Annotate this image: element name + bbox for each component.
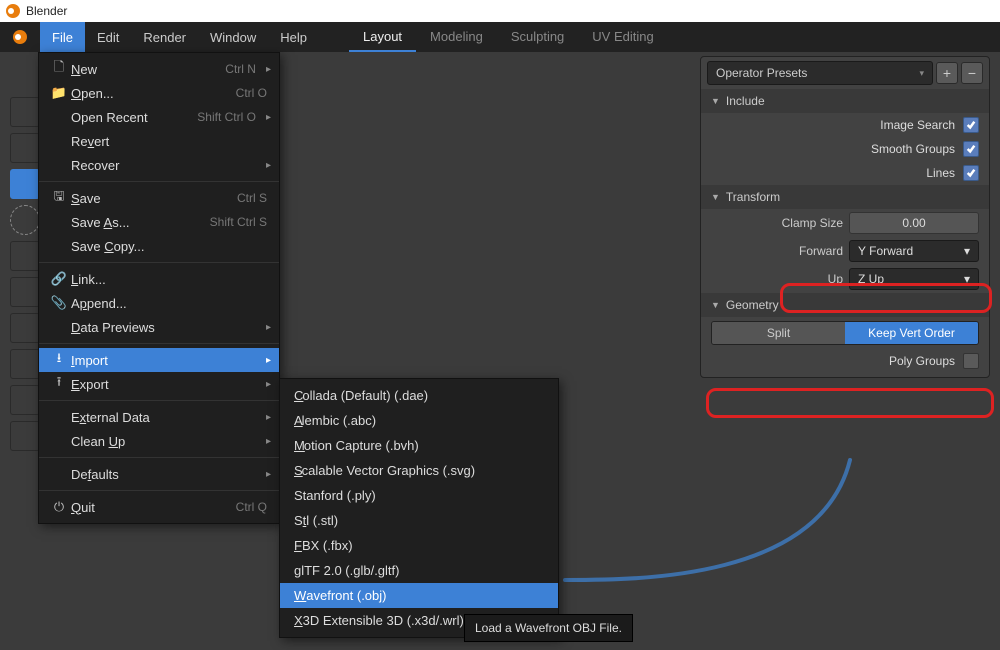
menu-import[interactable]: ⭳Import▸ [39, 348, 279, 372]
import-svg[interactable]: Scalable Vector Graphics (.svg) [280, 458, 558, 483]
append-icon: 📎 [47, 295, 71, 311]
tool-measure[interactable] [10, 421, 40, 451]
workspace-uvediting[interactable]: UV Editing [578, 22, 667, 52]
menu-export[interactable]: ⭱Export▸ [39, 372, 279, 396]
tool-annotate[interactable] [10, 385, 40, 415]
menu-data-previews[interactable]: Data Previews▸ [39, 315, 279, 339]
menu-external-data[interactable]: External Data▸ [39, 405, 279, 429]
import-stl[interactable]: Stl (.stl) [280, 508, 558, 533]
tool-rotate[interactable] [10, 277, 40, 307]
save-icon: 🖫 [47, 187, 71, 209]
triangle-down-icon: ▼ [711, 96, 720, 106]
check-smooth-groups[interactable] [963, 141, 979, 157]
menu-file[interactable]: File [40, 22, 85, 52]
menu-help[interactable]: Help [268, 22, 319, 52]
chevron-down-icon: ▾ [919, 68, 924, 79]
menu-quit[interactable]: ⏻QuitCtrl Q [39, 495, 279, 519]
menu-revert[interactable]: Revert [39, 129, 279, 153]
label-up: Up [828, 272, 843, 286]
menu-append[interactable]: 📎Append... [39, 291, 279, 315]
chevron-down-icon: ▾ [964, 272, 970, 286]
menu-defaults[interactable]: Defaults▸ [39, 462, 279, 486]
tool-select-active[interactable] [10, 169, 40, 199]
export-icon: ⭱ [47, 373, 71, 395]
file-menu-dropdown: 🗋 NNewew Ctrl N▸ 📁 Open... Ctrl O Open R… [38, 52, 280, 524]
tool-cursor[interactable] [10, 133, 40, 163]
import-gltf[interactable]: glTF 2.0 (.glb/.gltf) [280, 558, 558, 583]
select-forward-axis[interactable]: Y Forward▾ [849, 240, 979, 262]
menu-render[interactable]: Render [131, 22, 198, 52]
link-icon: 🔗 [47, 271, 71, 287]
menu-clean-up[interactable]: Clean Up▸ [39, 429, 279, 453]
operator-presets-dropdown[interactable]: Operator Presets ▾ [707, 61, 933, 85]
tool-scale[interactable] [10, 313, 40, 343]
workspace-layout[interactable]: Layout [349, 22, 416, 52]
chevron-down-icon: ▾ [964, 244, 970, 258]
import-fbx[interactable]: FBX (.fbx) [280, 533, 558, 558]
toggle-keep-vert-order[interactable]: Keep Vert Order [845, 322, 978, 344]
menu-new[interactable]: 🗋 NNewew Ctrl N▸ [39, 57, 279, 81]
power-icon: ⏻ [47, 499, 71, 515]
tool-select-box[interactable] [10, 97, 40, 127]
import-bvh[interactable]: Motion Capture (.bvh) [280, 433, 558, 458]
import-ply[interactable]: Stanford (.ply) [280, 483, 558, 508]
check-image-search[interactable] [963, 117, 979, 133]
workspace-modeling[interactable]: Modeling [416, 22, 497, 52]
label-lines: Lines [926, 166, 955, 180]
menu-save[interactable]: 🖫SaveCtrl S [39, 186, 279, 210]
import-submenu: Collada (Default) (.dae) Alembic (.abc) … [279, 378, 559, 638]
blender-logo-icon [6, 4, 20, 18]
geometry-mode-toggle: Split Keep Vert Order [711, 321, 979, 345]
menu-open[interactable]: 📁 Open... Ctrl O [39, 81, 279, 105]
menu-recover[interactable]: Recover▸ [39, 153, 279, 177]
triangle-down-icon: ▼ [711, 300, 720, 310]
preset-remove-button[interactable]: − [961, 62, 983, 84]
section-transform[interactable]: ▼Transform [701, 185, 989, 209]
section-geometry[interactable]: ▼Geometry [701, 293, 989, 317]
operator-presets-label: Operator Presets [716, 66, 807, 80]
triangle-down-icon: ▼ [711, 192, 720, 202]
menu-save-copy[interactable]: Save Copy... [39, 234, 279, 258]
label-smooth-groups: Smooth Groups [871, 142, 955, 156]
select-up-axis[interactable]: Z Up▾ [849, 268, 979, 290]
check-poly-groups[interactable] [963, 353, 979, 369]
tool-shelf [10, 97, 40, 457]
label-clamp-size: Clamp Size [782, 216, 843, 230]
tool-move[interactable] [10, 241, 40, 271]
import-collada[interactable]: Collada (Default) (.dae) [280, 383, 558, 408]
folder-icon: 📁 [47, 85, 71, 101]
top-bar: File Edit Render Window Help Layout Mode… [0, 22, 1000, 52]
menu-window[interactable]: Window [198, 22, 268, 52]
tool-transform[interactable] [10, 349, 40, 379]
import-icon: ⭳ [47, 349, 71, 371]
tool-circle[interactable] [10, 205, 40, 235]
section-include[interactable]: ▼Include [701, 89, 989, 113]
input-clamp-size[interactable]: 0.00 [849, 212, 979, 234]
check-lines[interactable] [963, 165, 979, 181]
menu-edit[interactable]: Edit [85, 22, 131, 52]
operator-panel: Operator Presets ▾ + − ▼Include Image Se… [700, 56, 990, 378]
window-title: Blender [26, 4, 67, 18]
tooltip: Load a Wavefront OBJ File. [464, 614, 633, 642]
menu-link[interactable]: 🔗Link... [39, 267, 279, 291]
menu-open-recent[interactable]: Open Recent Shift Ctrl O▸ [39, 105, 279, 129]
file-new-icon: 🗋 [47, 58, 71, 80]
label-forward: Forward [799, 244, 843, 258]
toggle-split[interactable]: Split [712, 322, 845, 344]
app-icon[interactable] [0, 22, 40, 52]
label-poly-groups: Poly Groups [889, 354, 955, 368]
menu-save-as[interactable]: Save As...Shift Ctrl S [39, 210, 279, 234]
import-wavefront-obj[interactable]: Wavefront (.obj) [280, 583, 558, 608]
preset-add-button[interactable]: + [936, 62, 958, 84]
import-alembic[interactable]: Alembic (.abc) [280, 408, 558, 433]
label-image-search: Image Search [880, 118, 955, 132]
workspace-sculpting[interactable]: Sculpting [497, 22, 578, 52]
